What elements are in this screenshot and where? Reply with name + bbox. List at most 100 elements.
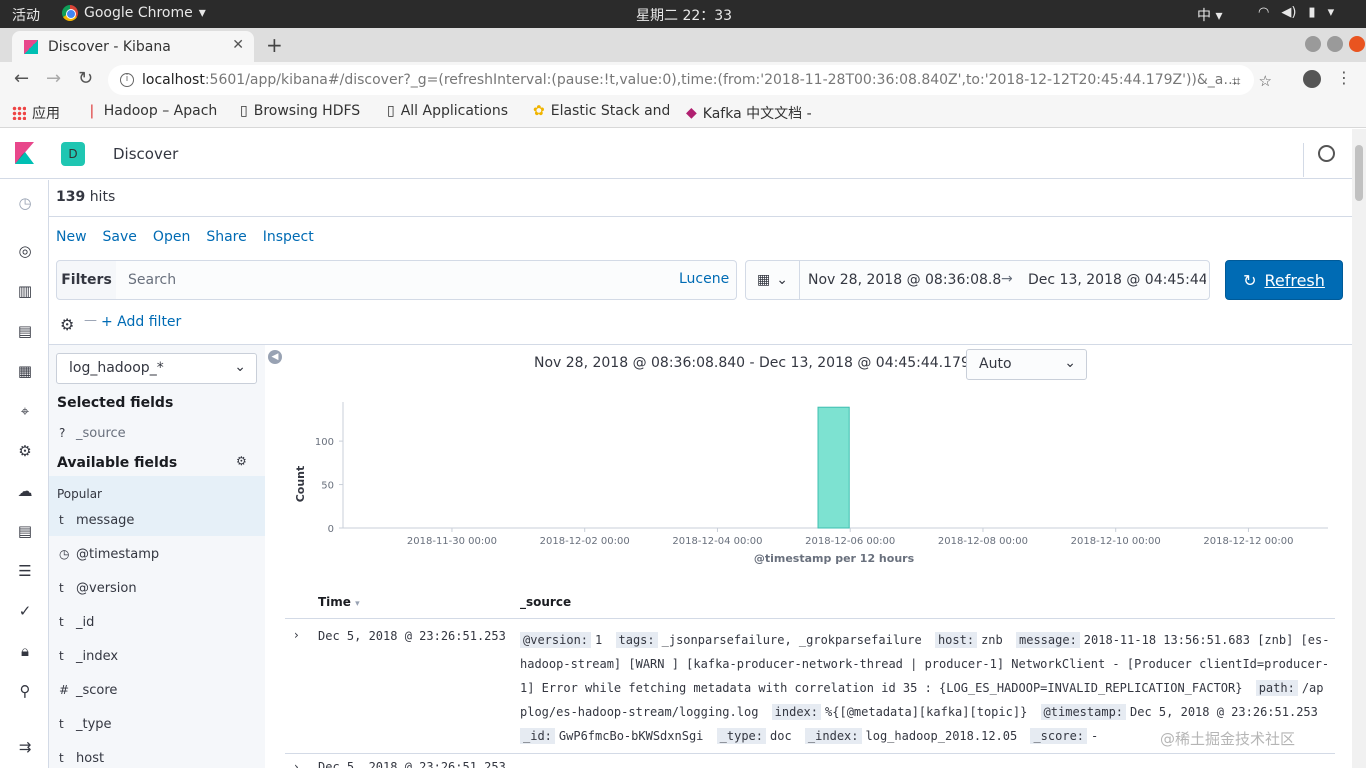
input-method-indicator[interactable]: 中 ▾ [1197,5,1222,25]
visualize-icon[interactable]: ▥ [16,282,34,300]
field-item[interactable]: ◷ @timestamp [49,539,265,571]
bookmark-kafka[interactable]: ◆ Kafka 中文文档 - [686,103,812,123]
page-icon: ▯ [387,103,395,119]
filter-options-gear-icon[interactable]: ⚙ [60,315,74,334]
collapse-nav-icon[interactable]: ⇉ [16,738,34,756]
quick-select-button[interactable]: ▦ ⌄ [746,261,800,299]
chevron-down-icon: ⌄ [234,359,246,375]
field-type-icon: # [59,683,70,697]
chart-bars[interactable] [817,406,850,529]
sort-icon[interactable]: ▾ [355,599,360,609]
end-date[interactable]: Dec 13, 2018 @ 04:45:44. [1028,272,1206,288]
close-tab-icon[interactable]: ✕ [232,37,244,53]
back-arrow-icon[interactable]: ← [14,68,29,89]
start-date[interactable]: Nov 28, 2018 @ 08:36:08.8 [808,272,1001,288]
info-icon[interactable]: i [120,73,134,87]
chevron-down-icon: ▾ [198,5,206,21]
add-filter-link[interactable]: + Add filter [101,314,181,330]
selected-fields-title: Selected fields [57,395,174,411]
source-field: _type: doc [716,728,798,744]
infrastructure-icon[interactable]: ☁ [16,482,34,500]
dev-tools-icon[interactable]: ⚲ [16,682,34,700]
bookmark-all-applications[interactable]: ▯ All Applications [387,103,508,119]
field-type-icon: t [59,649,64,663]
field-item[interactable]: # _score [49,675,265,707]
field-item[interactable]: ? _source [49,418,265,450]
bookmark-star-icon[interactable]: ☆ [1258,72,1271,90]
security-lock-icon[interactable]: 🔒︎ [16,642,34,660]
top-nav-menu: New Save Open Share Inspect [56,229,314,245]
bookmark-hadoop[interactable]: ❘ Hadoop – Apach [86,103,220,119]
profile-avatar-icon[interactable] [1303,70,1321,88]
field-settings-gear-icon[interactable]: ⚙ [236,454,247,468]
space-avatar[interactable]: D [61,142,85,166]
minimize-button[interactable] [1305,36,1321,52]
app-menu[interactable]: Google Chrome ▾ [62,5,206,21]
field-item[interactable]: t _type [49,709,265,741]
tab-title: Discover - Kibana [48,38,171,55]
help-icon[interactable] [1318,145,1335,162]
x-tick-label: 2018-12-06 00:00 [805,536,895,547]
close-window-button[interactable] [1349,36,1365,52]
system-tray[interactable]: ◠ ◀) ▮ ▾ [1258,5,1334,20]
source-field-key: _type: [716,728,766,744]
y-axis-label: Count [294,466,307,503]
uptime-icon[interactable]: ✓ [16,602,34,620]
logs-icon[interactable]: ▤ [16,522,34,540]
source-field-key: index: [771,704,822,720]
share-button[interactable]: Share [206,229,246,245]
field-item[interactable]: t @version [49,573,265,605]
translate-icon[interactable]: ⌗ [1232,72,1240,90]
inspect-button[interactable]: Inspect [263,229,314,245]
column-header-time[interactable]: Time ▾ [318,595,360,609]
refresh-button[interactable]: ↻ Refresh [1225,260,1343,300]
expand-row-icon[interactable]: › [294,628,299,642]
more-menu-icon[interactable]: ⋮ [1336,68,1352,87]
browser-tab[interactable]: Discover - Kibana ✕ [12,31,254,62]
page-scrollbar[interactable] [1352,129,1366,768]
source-field-value: - [1091,729,1099,743]
forward-arrow-icon[interactable]: → [46,68,61,89]
histogram-chart[interactable]: 2018-11-30 00:00 2018-12-02 00:00 2018-12-… [285,390,1340,570]
field-item[interactable]: t message [49,505,265,537]
source-field-value: log_hadoop_2018.12.05 [865,729,1018,743]
collapse-sidebar-icon[interactable]: ◀ [268,350,282,364]
discover-icon[interactable]: ◎ [16,242,34,260]
activities-button[interactable]: 活动 [12,5,40,25]
save-button[interactable]: Save [103,229,137,245]
ml-icon[interactable]: ⚙ [16,442,34,460]
dashboard-icon[interactable]: ▤ [16,322,34,340]
new-tab-button[interactable]: + [266,33,283,57]
open-button[interactable]: Open [153,229,190,245]
recently-viewed-icon[interactable]: ◷ [16,194,34,212]
field-item[interactable]: t _id [49,607,265,639]
maximize-button[interactable] [1327,36,1343,52]
source-field: tags: _jsonparsefailure, _grokparsefailur… [615,632,928,648]
scrollbar-thumb[interactable] [1355,145,1363,201]
bookmark-apps[interactable]: 应用 [12,103,60,123]
x-tick-label: 2018-11-30 00:00 [407,536,497,547]
field-name: _score [76,683,118,698]
canvas-icon[interactable]: ▦ [16,362,34,380]
clock[interactable]: 星期二 22：33 [636,5,732,25]
address-bar[interactable]: i localhost :5601/app/kibana#/discover?_… [108,65,1254,95]
maps-icon[interactable]: ⌖ [16,402,34,420]
bookmark-browsing-hdfs[interactable]: ▯ Browsing HDFS [240,103,360,119]
field-item[interactable]: t host [49,743,265,768]
interval-select[interactable]: Auto ⌄ [966,349,1087,380]
kibana-logo-icon[interactable] [15,142,34,164]
field-item[interactable]: t _index [49,641,265,673]
source-field-key: _score: [1030,728,1088,744]
reload-icon[interactable]: ↻ [78,68,93,89]
source-field-key: tags: [615,632,658,648]
index-pattern-select[interactable]: log_hadoop_* ⌄ [56,353,257,384]
histogram-bar[interactable] [817,406,850,529]
source-field-key: _index: [804,728,862,744]
search-input[interactable] [116,260,737,300]
bookmark-elastic-stack[interactable]: ✿ Elastic Stack and [533,103,669,119]
expand-row-icon[interactable]: › [294,760,299,768]
query-language-toggle[interactable]: Lucene [679,271,729,287]
new-button[interactable]: New [56,229,87,245]
source-field-value: 1 [595,633,603,647]
apm-icon[interactable]: ☰ [16,562,34,580]
